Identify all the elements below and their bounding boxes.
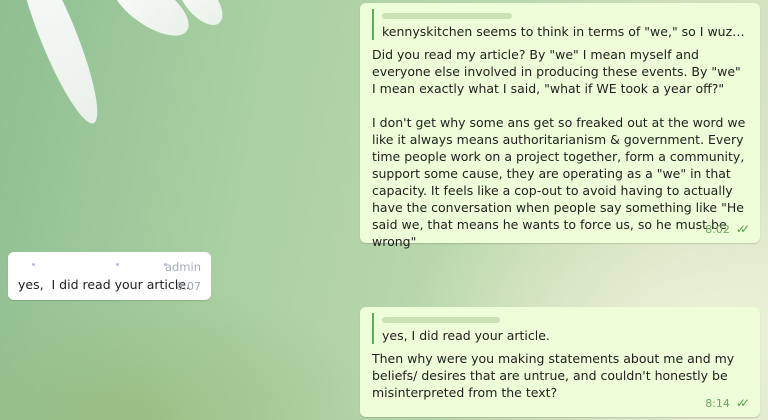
message-text: Then why were you making statements abou…: [372, 351, 739, 400]
reply-quote-text: kennyskitchen seems to think in terms of…: [382, 24, 748, 39]
message-time: 8:07: [176, 280, 201, 293]
message-time: 8:14: [705, 397, 730, 410]
reply-sender-name: [382, 313, 748, 327]
double-check-icon: ✓✓: [735, 396, 750, 410]
background-petal: [5, 0, 111, 130]
reply-quote[interactable]: yes, I did read your article.: [372, 313, 748, 344]
message-meta: 8:14 ✓✓: [705, 395, 750, 412]
message-text: Did you read my article? By "we" I mean …: [372, 47, 746, 249]
message-text: yes, I did read your article.: [18, 277, 190, 292]
reply-quote-text: yes, I did read your article.: [382, 328, 550, 343]
reply-quote[interactable]: kennyskitchen seems to think in terms of…: [372, 9, 748, 40]
message-meta: 8:02 ✓✓: [705, 221, 750, 238]
message-meta: 8:07: [176, 278, 201, 295]
message-time: 8:02: [705, 223, 730, 236]
message-bubble-outgoing[interactable]: kennyskitchen seems to think in terms of…: [360, 3, 760, 249]
double-check-icon: ✓✓: [735, 222, 750, 236]
reply-sender-name: [382, 9, 748, 23]
message-bubble-outgoing[interactable]: yes, I did read your article. Then why w…: [360, 307, 760, 417]
message-bubble-incoming[interactable]: admin yes, I did read your article. 8:07: [8, 252, 211, 300]
background-petal: [101, 0, 199, 48]
admin-badge: admin: [164, 260, 201, 274]
